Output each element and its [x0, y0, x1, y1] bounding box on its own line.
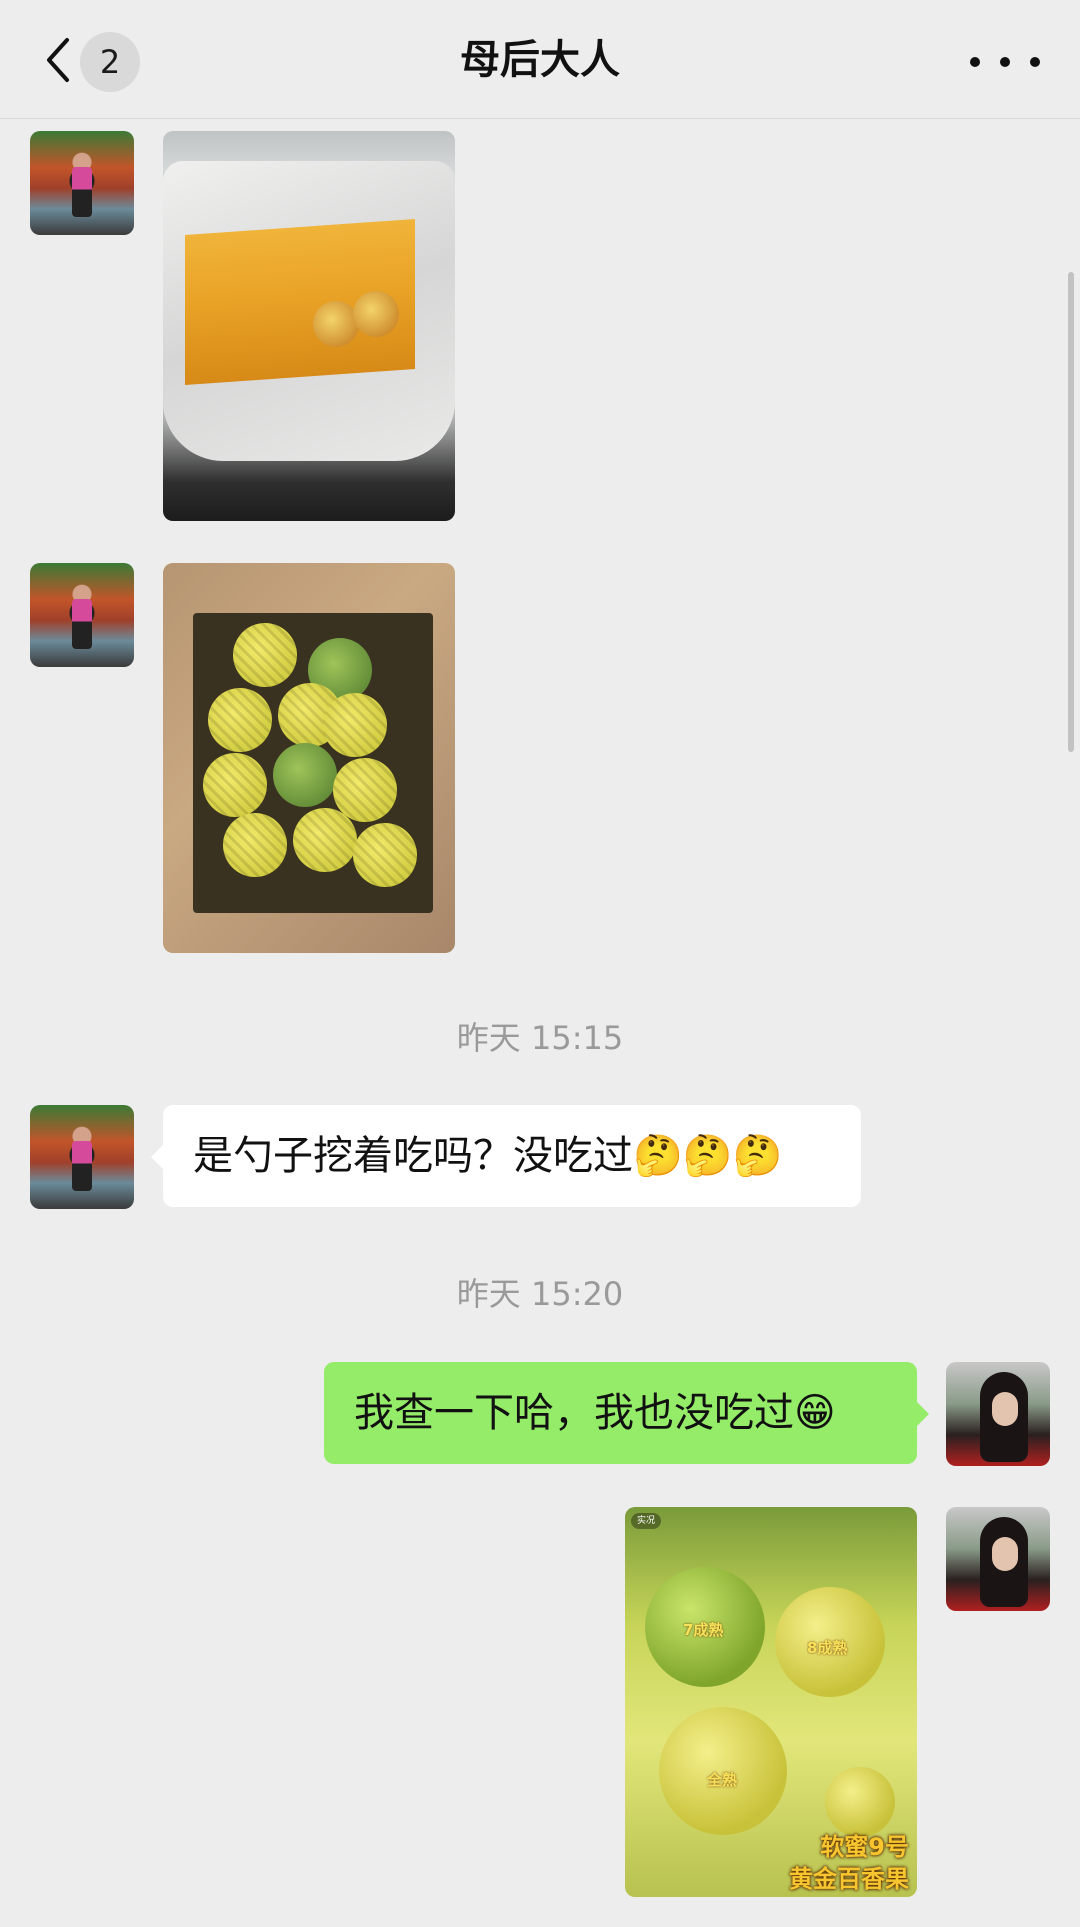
time-label: 昨天 15:15	[456, 1019, 624, 1057]
avatar-face	[992, 1392, 1018, 1426]
scrollbar[interactable]	[1068, 272, 1074, 752]
live-photo-tag: 实况	[631, 1513, 662, 1529]
avatar-figure	[72, 167, 92, 217]
photo-fruit	[273, 743, 337, 807]
photo-fruit	[203, 753, 267, 817]
photo-fruit	[233, 623, 297, 687]
image-message-carton[interactable]	[163, 131, 455, 521]
promo-title-line2: 黄金百香果	[789, 1865, 909, 1893]
more-dot	[1030, 57, 1040, 67]
chat-header: 2 母后大人	[0, 0, 1080, 119]
my-avatar[interactable]	[946, 1507, 1050, 1611]
ripe-label: 全熟	[707, 1771, 738, 1789]
photo-fruit	[353, 823, 417, 887]
avatar-figure	[72, 599, 92, 649]
ripe-label: 7成熟	[683, 1621, 724, 1639]
chat-screen: 2 母后大人 昨天 15:15 是勺子挖着吃吗？没吃过🤔🤔🤔 昨天 15:20 …	[0, 0, 1080, 1927]
text-message-other[interactable]: 是勺子挖着吃吗？没吃过🤔🤔🤔	[151, 1105, 861, 1207]
more-dot	[1000, 57, 1010, 67]
photo-fruit	[293, 808, 357, 872]
chat-title: 母后大人	[460, 37, 620, 83]
my-avatar[interactable]	[946, 1362, 1050, 1466]
image-message-promo[interactable]: 实况 7成熟 8成熟 全熟 软蜜9号 黄金百香果	[625, 1507, 917, 1897]
more-button[interactable]	[970, 44, 1040, 80]
avatar-figure	[72, 1141, 92, 1191]
photo-fruit	[323, 693, 387, 757]
photo-fruit	[313, 301, 359, 347]
photo-fruit	[353, 291, 399, 337]
time-label: 昨天 15:20	[456, 1275, 624, 1313]
avatar-face	[992, 1537, 1018, 1571]
photo-fruit	[208, 688, 272, 752]
contact-avatar[interactable]	[30, 563, 134, 667]
image-message-fruits[interactable]	[163, 563, 455, 953]
ripe-label: 8成熟	[807, 1639, 848, 1657]
text-message-me[interactable]: 我查一下哈，我也没吃过😁	[324, 1362, 929, 1464]
photo-fruit	[223, 813, 287, 877]
contact-avatar[interactable]	[30, 131, 134, 235]
more-dot	[970, 57, 980, 67]
contact-avatar[interactable]	[30, 1105, 134, 1209]
promo-title-line1: 软蜜9号	[820, 1833, 909, 1861]
